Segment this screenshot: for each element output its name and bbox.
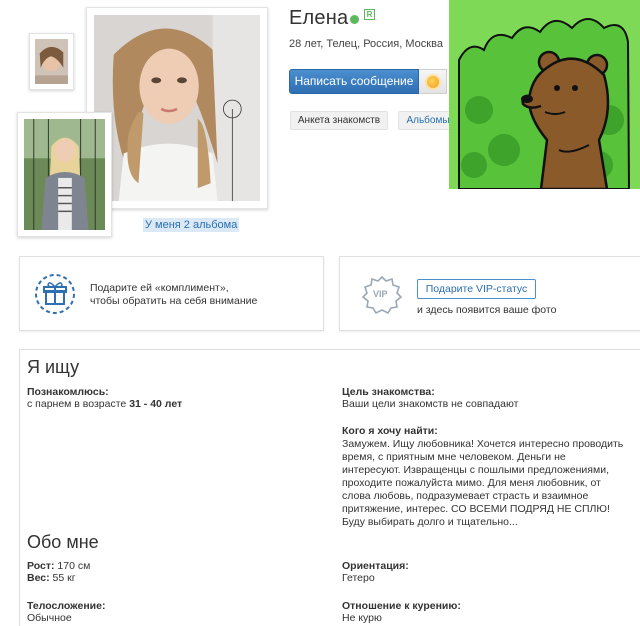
height-value: 170 см [57,560,91,572]
smoking-label: Отношение к курению: [342,600,461,612]
height-label: Рост: [27,560,55,572]
vip-note: и здесь появится ваше фото [417,304,557,316]
write-message-button[interactable]: Написать сообщение [289,69,419,94]
goal-label: Цель знакомства: [342,386,435,398]
albums-link[interactable]: У меня 2 альбома [143,218,240,232]
meet-value: с парнем в возрасте 31 - 40 лет [27,398,182,411]
weight-value: 55 кг [52,572,76,584]
gift-circle-icon [35,274,75,314]
whom-label: Кого я хочу найти: [342,425,438,437]
profile-name: Елена [289,7,349,29]
weight-label: Вес: [27,572,50,584]
registered-badge: R [364,9,375,20]
orientation-label: Ориентация: [342,560,409,572]
weight-row: Вес: 55 кг [27,572,76,585]
main-profile-photo-image [94,15,260,201]
photo-thumbnail-second[interactable] [17,112,112,237]
gift-vip-button[interactable]: Подарите VIP-статус [417,279,536,299]
photo-thumbnail-small[interactable] [29,33,74,90]
compliment-text: Подарите ей «комплимент», чтобы обратить… [90,282,258,307]
photo-thumbnail-small-image [35,39,68,84]
orientation-value: Гетеро [342,572,375,584]
online-status-dot [350,15,359,24]
looking-for-title: Я ищу [27,357,80,377]
meet-age: 31 - 40 лет [129,398,183,410]
whom-text: Замужем. Ищу любовника! Хочется интересн… [342,438,624,528]
meet-prefix: с парнем в возрасте [27,398,127,410]
tab-dating-profile[interactable]: Анкета знакомств [290,111,388,130]
vip-badge-label: VIP [373,289,388,299]
meet-label: Познакомлюсь: [27,386,109,398]
gift-button[interactable] [419,69,447,94]
bear-meme-image [449,0,640,189]
build-value: Обычное [27,612,72,624]
gift-icon [427,76,439,88]
main-profile-photo[interactable] [86,7,268,209]
photo-thumbnail-second-image [24,119,105,230]
about-title: Обо мне [27,532,99,552]
build-label: Телосложение: [27,600,106,612]
smoking-value: Не курю [342,612,382,624]
profile-meta: 28 лет, Телец, Россия, Москва [289,38,443,50]
goal-value: Ваши цели знакомств не совпадают [342,398,519,410]
